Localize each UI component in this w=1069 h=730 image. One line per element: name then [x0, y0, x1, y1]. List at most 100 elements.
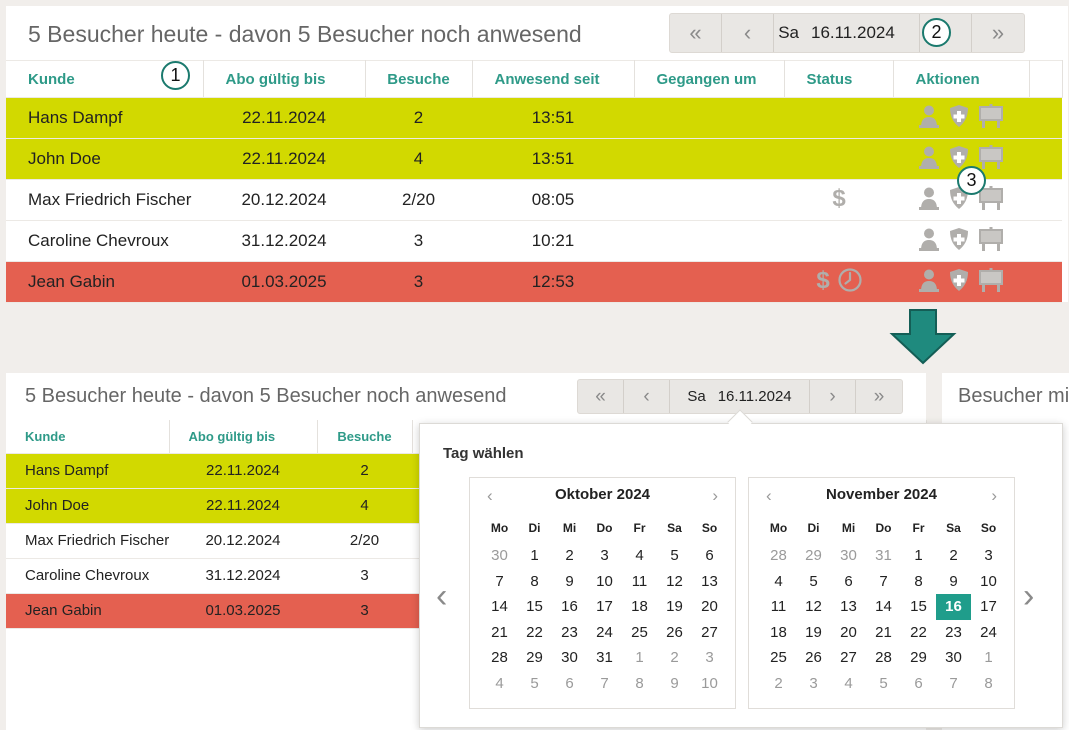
calendar-day[interactable]: 19	[657, 594, 692, 620]
calendar-day[interactable]: 17	[971, 594, 1006, 620]
calendar-day[interactable]: 30	[831, 543, 866, 569]
col-gegangen[interactable]: Gegangen um	[634, 60, 785, 98]
col-besuche[interactable]: Besuche	[317, 420, 413, 454]
calendar-day[interactable]: 3	[692, 645, 727, 671]
calendar-day[interactable]: 23	[936, 620, 971, 646]
month-next-button[interactable]: ›	[991, 486, 997, 506]
next-months-button[interactable]: ›	[1023, 579, 1034, 613]
calendar-day[interactable]: 9	[936, 569, 971, 595]
person-icon[interactable]	[918, 145, 940, 174]
calendar-day[interactable]: 30	[552, 645, 587, 671]
table-row[interactable]: Caroline Chevroux31.12.2024310:21	[6, 220, 1062, 262]
easel-icon[interactable]	[978, 144, 1004, 174]
calendar-day[interactable]: 6	[901, 671, 936, 697]
person-icon[interactable]	[918, 268, 940, 297]
calendar-day[interactable]: 17	[587, 594, 622, 620]
first-day-button[interactable]: «	[670, 14, 722, 52]
calendar-day[interactable]: 21	[482, 620, 517, 646]
calendar-day[interactable]: 25	[761, 645, 796, 671]
calendar-day[interactable]: 3	[587, 543, 622, 569]
calendar-day[interactable]: 19	[796, 620, 831, 646]
date-display-button[interactable]: Sa 16.11.2024	[670, 380, 810, 413]
table-row[interactable]: Hans Dampf22.11.2024213:51	[6, 97, 1062, 139]
last-day-button[interactable]: »	[972, 14, 1024, 52]
calendar-day[interactable]: 1	[622, 645, 657, 671]
person-icon[interactable]	[918, 104, 940, 133]
month-next-button[interactable]: ›	[712, 486, 718, 506]
next-day-button[interactable]: ›	[810, 380, 856, 413]
calendar-day[interactable]: 18	[622, 594, 657, 620]
calendar-day[interactable]: 29	[901, 645, 936, 671]
calendar-day[interactable]: 24	[971, 620, 1006, 646]
calendar-day[interactable]: 7	[866, 569, 901, 595]
calendar-day[interactable]: 7	[482, 569, 517, 595]
prev-months-button[interactable]: ‹	[436, 579, 447, 613]
calendar-day[interactable]: 5	[866, 671, 901, 697]
calendar-day[interactable]: 1	[517, 543, 552, 569]
calendar-day[interactable]: 6	[831, 569, 866, 595]
col-aktionen[interactable]: Aktionen	[893, 60, 1030, 98]
easel-icon[interactable]	[978, 267, 1004, 297]
calendar-day[interactable]: 4	[482, 671, 517, 697]
calendar-day[interactable]: 8	[622, 671, 657, 697]
col-besuche[interactable]: Besuche	[365, 60, 473, 98]
calendar-day[interactable]: 4	[761, 569, 796, 595]
calendar-day[interactable]: 5	[517, 671, 552, 697]
prev-day-button[interactable]: ‹	[624, 380, 670, 413]
calendar-day[interactable]: 3	[971, 543, 1006, 569]
calendar-day[interactable]: 30	[936, 645, 971, 671]
first-day-button[interactable]: «	[578, 380, 624, 413]
calendar-day[interactable]: 28	[761, 543, 796, 569]
calendar-day[interactable]: 2	[936, 543, 971, 569]
date-display-button[interactable]: Sa 16.11.2024	[774, 14, 920, 52]
calendar-day[interactable]: 29	[517, 645, 552, 671]
calendar-day[interactable]: 23	[552, 620, 587, 646]
calendar-day[interactable]: 14	[866, 594, 901, 620]
easel-icon[interactable]	[978, 226, 1004, 256]
prev-day-button[interactable]: ‹	[722, 14, 774, 52]
calendar-day[interactable]: 15	[901, 594, 936, 620]
calendar-day[interactable]: 13	[692, 569, 727, 595]
calendar-day[interactable]: 28	[866, 645, 901, 671]
calendar-day[interactable]: 21	[866, 620, 901, 646]
col-status[interactable]: Status	[784, 60, 894, 98]
calendar-day[interactable]: 9	[552, 569, 587, 595]
calendar-day[interactable]: 6	[552, 671, 587, 697]
col-anwesend[interactable]: Anwesend seit	[472, 60, 635, 98]
calendar-day[interactable]: 3	[796, 671, 831, 697]
shield-icon[interactable]	[948, 268, 970, 297]
calendar-day[interactable]: 13	[831, 594, 866, 620]
calendar-day[interactable]: 11	[761, 594, 796, 620]
calendar-day[interactable]: 12	[657, 569, 692, 595]
calendar-day[interactable]: 10	[971, 569, 1006, 595]
calendar-day[interactable]: 25	[622, 620, 657, 646]
calendar-day[interactable]: 1	[971, 645, 1006, 671]
calendar-day[interactable]: 2	[761, 671, 796, 697]
calendar-day[interactable]: 20	[831, 620, 866, 646]
table-row[interactable]: Jean Gabin 01.03.2025 3 12:53 $	[6, 261, 1062, 303]
calendar-day[interactable]: 27	[692, 620, 727, 646]
last-day-button[interactable]: »	[856, 380, 902, 413]
calendar-day[interactable]: 22	[517, 620, 552, 646]
col-kunde[interactable]: Kunde	[6, 420, 170, 454]
calendar-day[interactable]: 2	[552, 543, 587, 569]
calendar-day[interactable]: 22	[901, 620, 936, 646]
calendar-day[interactable]: 27	[831, 645, 866, 671]
calendar-day[interactable]: 4	[831, 671, 866, 697]
calendar-day[interactable]: 7	[936, 671, 971, 697]
person-icon[interactable]	[918, 186, 940, 215]
calendar-day[interactable]: 8	[517, 569, 552, 595]
calendar-day[interactable]: 10	[692, 671, 727, 697]
calendar-day[interactable]: 8	[971, 671, 1006, 697]
calendar-day[interactable]: 12	[796, 594, 831, 620]
table-row[interactable]: John Doe22.11.2024413:51	[6, 138, 1062, 180]
calendar-day[interactable]: 8	[901, 569, 936, 595]
col-abo[interactable]: Abo gültig bis	[169, 420, 318, 454]
calendar-day[interactable]: 10	[587, 569, 622, 595]
calendar-day[interactable]: 26	[796, 645, 831, 671]
calendar-day[interactable]: 1	[901, 543, 936, 569]
calendar-day[interactable]: 30	[482, 543, 517, 569]
shield-icon[interactable]	[948, 104, 970, 133]
calendar-day[interactable]: 16	[552, 594, 587, 620]
calendar-day[interactable]: 15	[517, 594, 552, 620]
